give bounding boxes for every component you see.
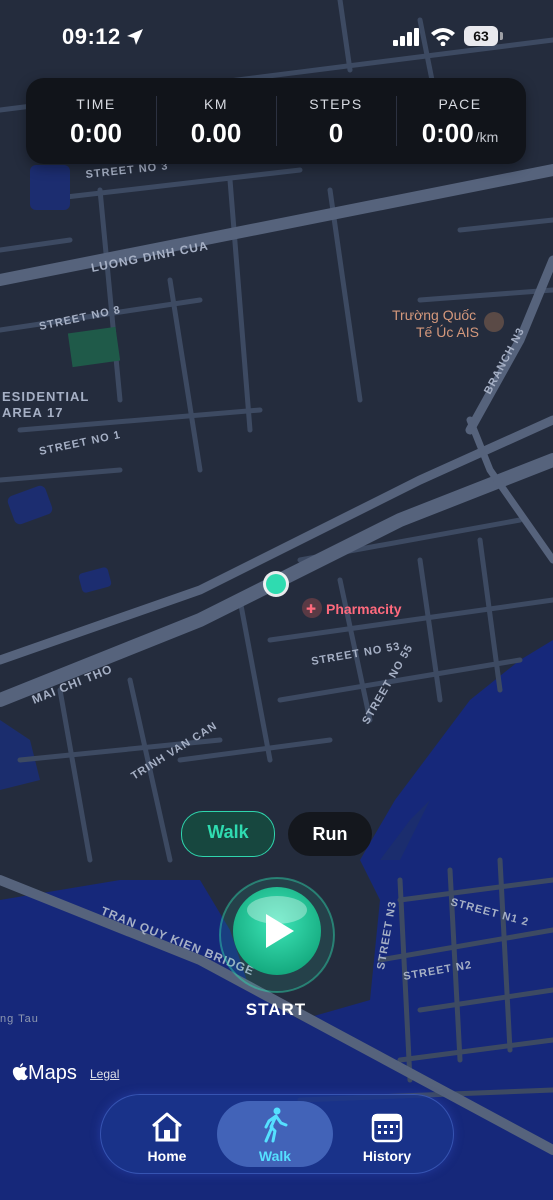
stat-label: KM (204, 96, 228, 112)
calendar-icon (371, 1113, 403, 1143)
status-bar: 09:12 63 (0, 0, 553, 70)
battery-level: 63 (464, 26, 498, 46)
tab-bar: Home Walk History (100, 1094, 454, 1174)
tab-label: Walk (258, 1148, 292, 1164)
map-label-area-17: AREA 17 (2, 405, 63, 420)
wifi-icon (431, 28, 455, 46)
start-button[interactable] (218, 876, 336, 994)
svg-text:✚: ✚ (306, 602, 316, 616)
map-view[interactable]: STREET NO 3 LUONG DINH CUA STREET NO 8 E… (0, 0, 553, 1200)
map-label-ng-tau: ng Tau (0, 1013, 39, 1025)
walk-icon (264, 1107, 288, 1143)
status-time: 09:12 (62, 24, 121, 49)
stats-panel: TIME 0:00 KM 0.00 STEPS 0 PACE 0:00/km (26, 78, 526, 164)
stat-pace: PACE 0:00/km (396, 78, 524, 164)
cellular-signal-icon (393, 28, 419, 46)
home-icon (152, 1112, 182, 1142)
play-icon (219, 877, 335, 993)
apple-maps-logo: Maps (12, 1062, 77, 1085)
start-label: START (245, 1000, 307, 1019)
stat-label: TIME (76, 96, 116, 112)
tab-history[interactable]: History (329, 1101, 445, 1167)
tab-label: History (362, 1148, 412, 1164)
school-poi-icon[interactable] (484, 312, 504, 332)
location-arrow-icon (127, 29, 143, 45)
tab-home[interactable]: Home (109, 1101, 225, 1167)
map-label-residential: ESIDENTIAL (2, 389, 89, 404)
poi-label-truong-1: Trường Quốc (392, 307, 476, 323)
stat-value: 0 (328, 118, 344, 148)
stat-km: KM 0.00 (156, 78, 276, 164)
poi-label-truong-2: Tế Úc AIS (416, 324, 479, 340)
legal-link[interactable]: Legal (90, 1067, 119, 1081)
stat-steps: STEPS 0 (276, 78, 396, 164)
stat-time: TIME 0:00 (36, 78, 156, 164)
tab-label: Home (147, 1148, 187, 1164)
stat-value: 0:00/km (421, 118, 499, 148)
run-mode-button[interactable]: Run (288, 812, 372, 856)
stat-value: 0:00 (69, 118, 123, 148)
stat-value: 0.00 (190, 118, 242, 148)
battery-icon: 63 (464, 26, 504, 48)
stat-unit: /km (475, 129, 499, 145)
stat-label: STEPS (309, 96, 363, 112)
apple-logo-icon (12, 1063, 28, 1081)
stat-label: PACE (438, 96, 482, 112)
maps-label: Maps (28, 1062, 77, 1084)
tab-walk[interactable]: Walk (217, 1101, 333, 1167)
walk-mode-button[interactable]: Walk (181, 811, 275, 857)
poi-label-pharmacity[interactable]: Pharmacity (326, 601, 402, 617)
